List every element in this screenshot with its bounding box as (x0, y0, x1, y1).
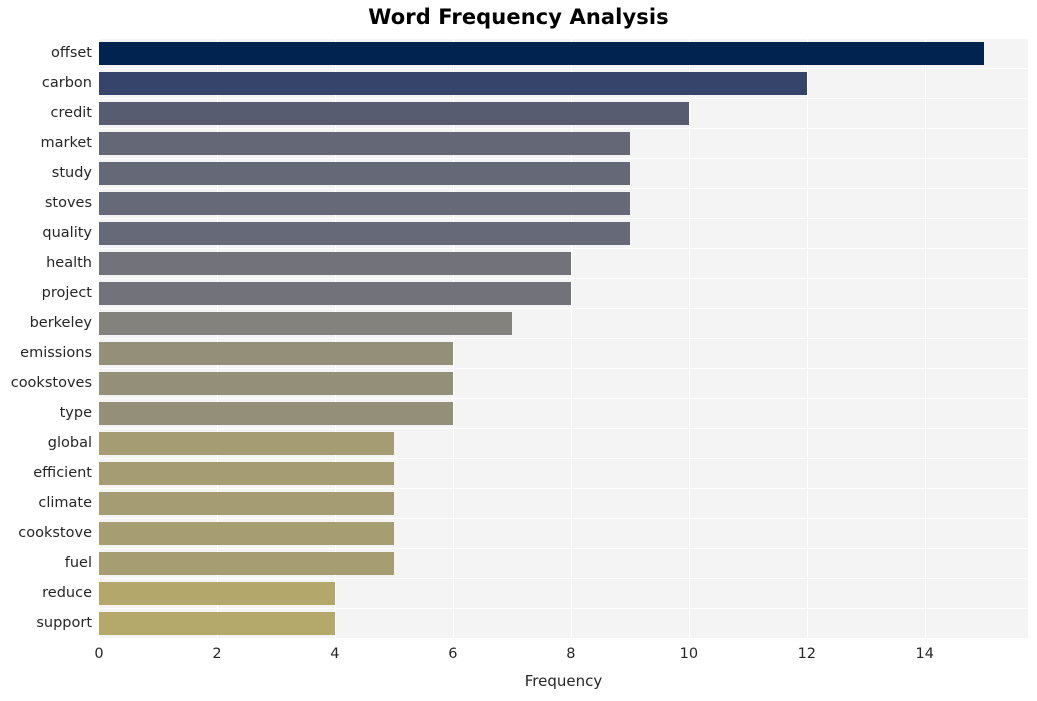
y-tick-label: emissions (20, 345, 92, 361)
x-tick-label: 0 (94, 646, 104, 662)
gridline-horizontal (99, 458, 1028, 460)
bar (99, 311, 512, 335)
bar (99, 41, 984, 65)
gridline-horizontal (99, 38, 1028, 40)
y-tick-label: health (46, 255, 92, 271)
gridline-horizontal (99, 398, 1028, 400)
x-tick-label: 10 (679, 646, 699, 662)
y-tick-label: global (47, 435, 92, 451)
gridline-horizontal (99, 218, 1028, 220)
gridline-horizontal (99, 128, 1028, 130)
bar (99, 341, 453, 365)
bar (99, 131, 630, 155)
bar (99, 461, 394, 485)
bar (99, 221, 630, 245)
bar (99, 161, 630, 185)
bar (99, 431, 394, 455)
y-tick-label: type (59, 405, 92, 421)
gridline-horizontal (99, 68, 1028, 70)
gridline-horizontal (99, 368, 1028, 370)
y-tick-label: offset (50, 45, 92, 61)
gridline-horizontal (99, 158, 1028, 160)
bar (99, 251, 571, 275)
y-tick-label: market (40, 135, 92, 151)
y-tick-label: berkeley (29, 315, 92, 331)
x-tick-label: 12 (797, 646, 817, 662)
bar (99, 611, 335, 635)
chart-figure: Word Frequency Analysis offset carbon cred… (0, 0, 1037, 701)
y-axis-tick-labels: offset carbon credit market study stoves quali… (0, 38, 92, 638)
bar (99, 191, 630, 215)
x-tick-label: 8 (566, 646, 576, 662)
y-tick-label: cookstove (18, 525, 92, 541)
x-axis-label: Frequency (524, 672, 603, 690)
bar (99, 281, 571, 305)
bar (99, 521, 394, 545)
x-tick-label: 2 (212, 646, 222, 662)
y-tick-label: efficient (33, 465, 92, 481)
gridline-horizontal (99, 308, 1028, 310)
x-axis-tick-labels: 0 2 4 6 8 10 12 14 (94, 638, 1028, 668)
y-tick-label: reduce (42, 585, 92, 601)
gridline-horizontal (99, 188, 1028, 190)
gridline-horizontal (99, 608, 1028, 610)
gridline-horizontal (99, 488, 1028, 490)
y-tick-label: climate (38, 495, 92, 511)
bar (99, 71, 807, 95)
x-tick-label: 14 (915, 646, 934, 662)
bar (99, 101, 689, 125)
gridline-horizontal (99, 518, 1028, 520)
y-tick-label: stoves (44, 195, 92, 211)
y-tick-label: study (51, 165, 92, 181)
x-tick-label: 6 (448, 646, 458, 662)
gridline-horizontal (99, 578, 1028, 580)
y-tick-label: cookstoves (10, 375, 92, 391)
gridline-horizontal (99, 428, 1028, 430)
y-tick-label: carbon (41, 75, 92, 91)
y-tick-label: credit (50, 105, 92, 121)
x-tick-label: 4 (330, 646, 340, 662)
bar (99, 401, 453, 425)
chart-title: Word Frequency Analysis (368, 5, 669, 29)
y-tick-label: project (41, 285, 92, 301)
bar (99, 581, 335, 605)
gridline-horizontal (99, 548, 1028, 550)
gridline-horizontal (99, 338, 1028, 340)
bar (99, 491, 394, 515)
y-tick-label: quality (42, 225, 92, 241)
gridline-horizontal (99, 98, 1028, 100)
y-tick-label: support (36, 615, 92, 631)
gridline-horizontal (99, 278, 1028, 280)
plot-area (99, 38, 1028, 638)
bar (99, 551, 394, 575)
y-tick-label: fuel (64, 555, 92, 571)
gridline-horizontal (99, 248, 1028, 250)
bar (99, 371, 453, 395)
